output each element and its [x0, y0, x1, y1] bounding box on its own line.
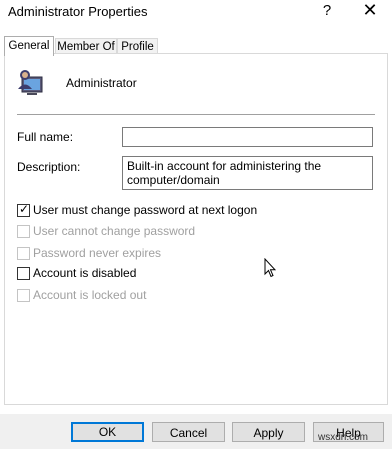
- checkbox-box[interactable]: ✓: [17, 202, 30, 217]
- full-name-label: Full name:: [17, 130, 74, 144]
- apply-button[interactable]: Apply: [232, 422, 305, 442]
- check-mark-icon: ✓: [19, 202, 30, 216]
- title-bar: Administrator Properties ? ✕: [0, 0, 392, 26]
- description-value: Built-in account for administering the c…: [127, 159, 322, 187]
- checkbox-box: [17, 247, 30, 260]
- help-icon[interactable]: ?: [319, 2, 335, 19]
- checkbox-box[interactable]: [17, 267, 30, 280]
- description-label: Description:: [17, 160, 81, 174]
- user-name: Administrator: [66, 76, 137, 90]
- user-monitor-icon: [18, 70, 43, 95]
- checkbox-label: Account is locked out: [33, 288, 147, 302]
- full-name-field[interactable]: [122, 127, 373, 147]
- checkbox-label: User must change password at next logon: [33, 203, 258, 217]
- cancel-button[interactable]: Cancel: [152, 422, 225, 442]
- checkbox-box: [17, 289, 30, 302]
- checkbox-label: User cannot change password: [33, 224, 196, 238]
- checkbox-box: [17, 225, 30, 238]
- close-icon[interactable]: ✕: [359, 0, 381, 21]
- ok-button[interactable]: OK: [71, 422, 144, 442]
- checkbox-label: Account is disabled: [33, 266, 137, 280]
- checkbox-label: Password never expires: [33, 246, 162, 260]
- mouse-cursor-icon: [264, 258, 276, 278]
- description-field[interactable]: Built-in account for administering the c…: [122, 156, 373, 190]
- watermark: wsxdn.com: [318, 432, 369, 443]
- tab-strip: General Member Of Profile: [0, 36, 392, 56]
- separator: [17, 114, 375, 115]
- window-title: Administrator Properties: [8, 4, 148, 19]
- tab-general[interactable]: General: [4, 36, 54, 56]
